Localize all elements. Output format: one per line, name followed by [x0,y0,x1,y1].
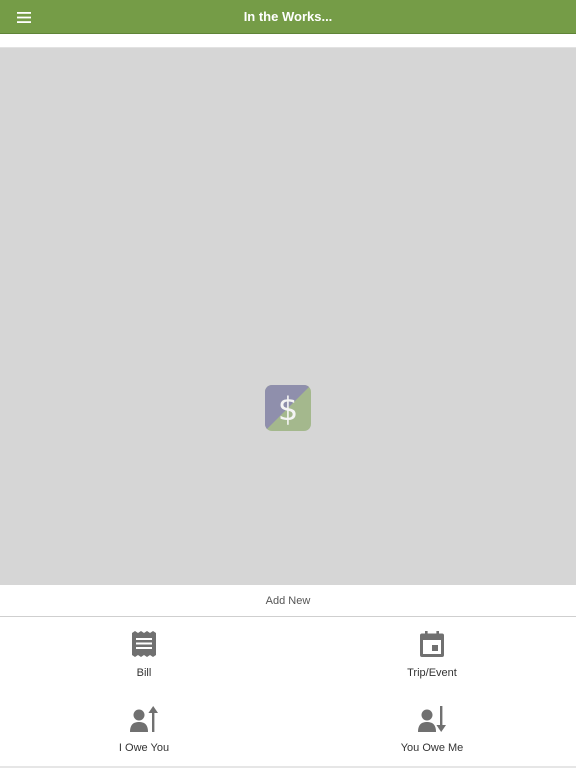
top-app-bar: In the Works... [0,0,576,34]
add-new-options-grid: Bill Trip/Event I Owe You You Owe Me [0,617,576,768]
person-arrow-up-icon [130,706,158,732]
bill-label: Bill [136,667,152,679]
calendar-icon [420,631,444,657]
trip-event-label: Trip/Event [407,667,457,679]
you-owe-me-label: You Owe Me [400,742,464,754]
app-logo-icon: $ [265,385,311,431]
main-content-area: $ [0,48,576,585]
person-arrow-down-icon [418,706,446,732]
i-owe-you-label: I Owe You [118,742,170,754]
add-trip-event-button[interactable]: Trip/Event [288,617,576,692]
receipt-icon [132,631,156,657]
add-bill-button[interactable]: Bill [0,617,288,692]
header-spacer [0,34,576,48]
logo-glyph: $ [278,390,298,428]
add-new-header: Add New [0,585,576,617]
page-title: In the Works... [243,9,333,24]
i-owe-you-button[interactable]: I Owe You [0,692,288,767]
you-owe-me-button[interactable]: You Owe Me [288,692,576,767]
